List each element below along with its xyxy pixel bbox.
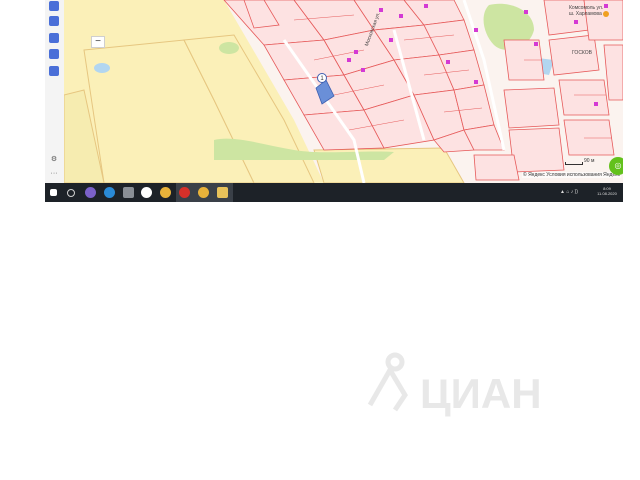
pond <box>94 63 110 73</box>
map-view[interactable]: 1 − Комсомоль ул. ш. Харламова ГОСКОВ Мо… <box>64 0 623 183</box>
map-label-street: Комсомоль ул. ш. Харламова <box>569 5 604 17</box>
chrome-active-icon[interactable] <box>198 187 209 198</box>
map-tools-sidebar: ⚙ ··· <box>45 0 65 183</box>
cian-watermark: ЦИАН <box>367 352 542 417</box>
windows-taskbar: ▲ ⌂ ♪ )) 8:09 11.08.2020 <box>45 183 623 202</box>
system-tray-icons[interactable]: ▲ ⌂ ♪ )) <box>560 189 578 195</box>
scale-bar <box>565 162 583 165</box>
map-copyright[interactable]: © Яндекс Условия использования Яндекс <box>522 172 621 178</box>
poi-orange-icon <box>603 11 609 17</box>
cian-logo-icon <box>367 352 408 412</box>
navigation-icon[interactable] <box>49 16 59 26</box>
map-pin: 1 <box>317 73 327 83</box>
viber-icon[interactable] <box>85 187 96 198</box>
chrome-icon[interactable] <box>160 187 171 198</box>
screenshot: ⚙ ··· 1 − Комсомоль ул. ш. Харламова ГОС… <box>45 0 623 202</box>
photos-icon[interactable] <box>123 187 134 198</box>
yandex-browser-icon[interactable] <box>141 187 152 198</box>
clock-date: 11.08.2020 <box>597 191 617 196</box>
zoom-out-button[interactable]: − <box>91 36 105 48</box>
map-label-district: ГОСКОВ <box>572 50 593 56</box>
green-area <box>219 42 239 54</box>
opera-icon[interactable] <box>179 187 190 198</box>
clock[interactable]: 8:09 11.08.2020 <box>593 186 621 196</box>
scale-label: 90 м <box>584 158 595 164</box>
settings-icon[interactable]: ⚙ <box>49 155 59 165</box>
windows-start-icon[interactable] <box>50 189 57 196</box>
layers-icon[interactable] <box>49 1 59 11</box>
locate-icon[interactable]: ◎ <box>609 157 623 175</box>
print-icon[interactable] <box>49 66 59 76</box>
search-icon[interactable] <box>67 189 75 197</box>
cian-watermark-text: ЦИАН <box>420 370 542 417</box>
traffic-icon[interactable] <box>49 33 59 43</box>
more-icon[interactable]: ··· <box>49 169 59 179</box>
ruler-icon[interactable] <box>49 49 59 59</box>
file-explorer-icon[interactable] <box>217 187 228 198</box>
edge-icon[interactable] <box>104 187 115 198</box>
map-canvas: 1 <box>64 0 623 183</box>
